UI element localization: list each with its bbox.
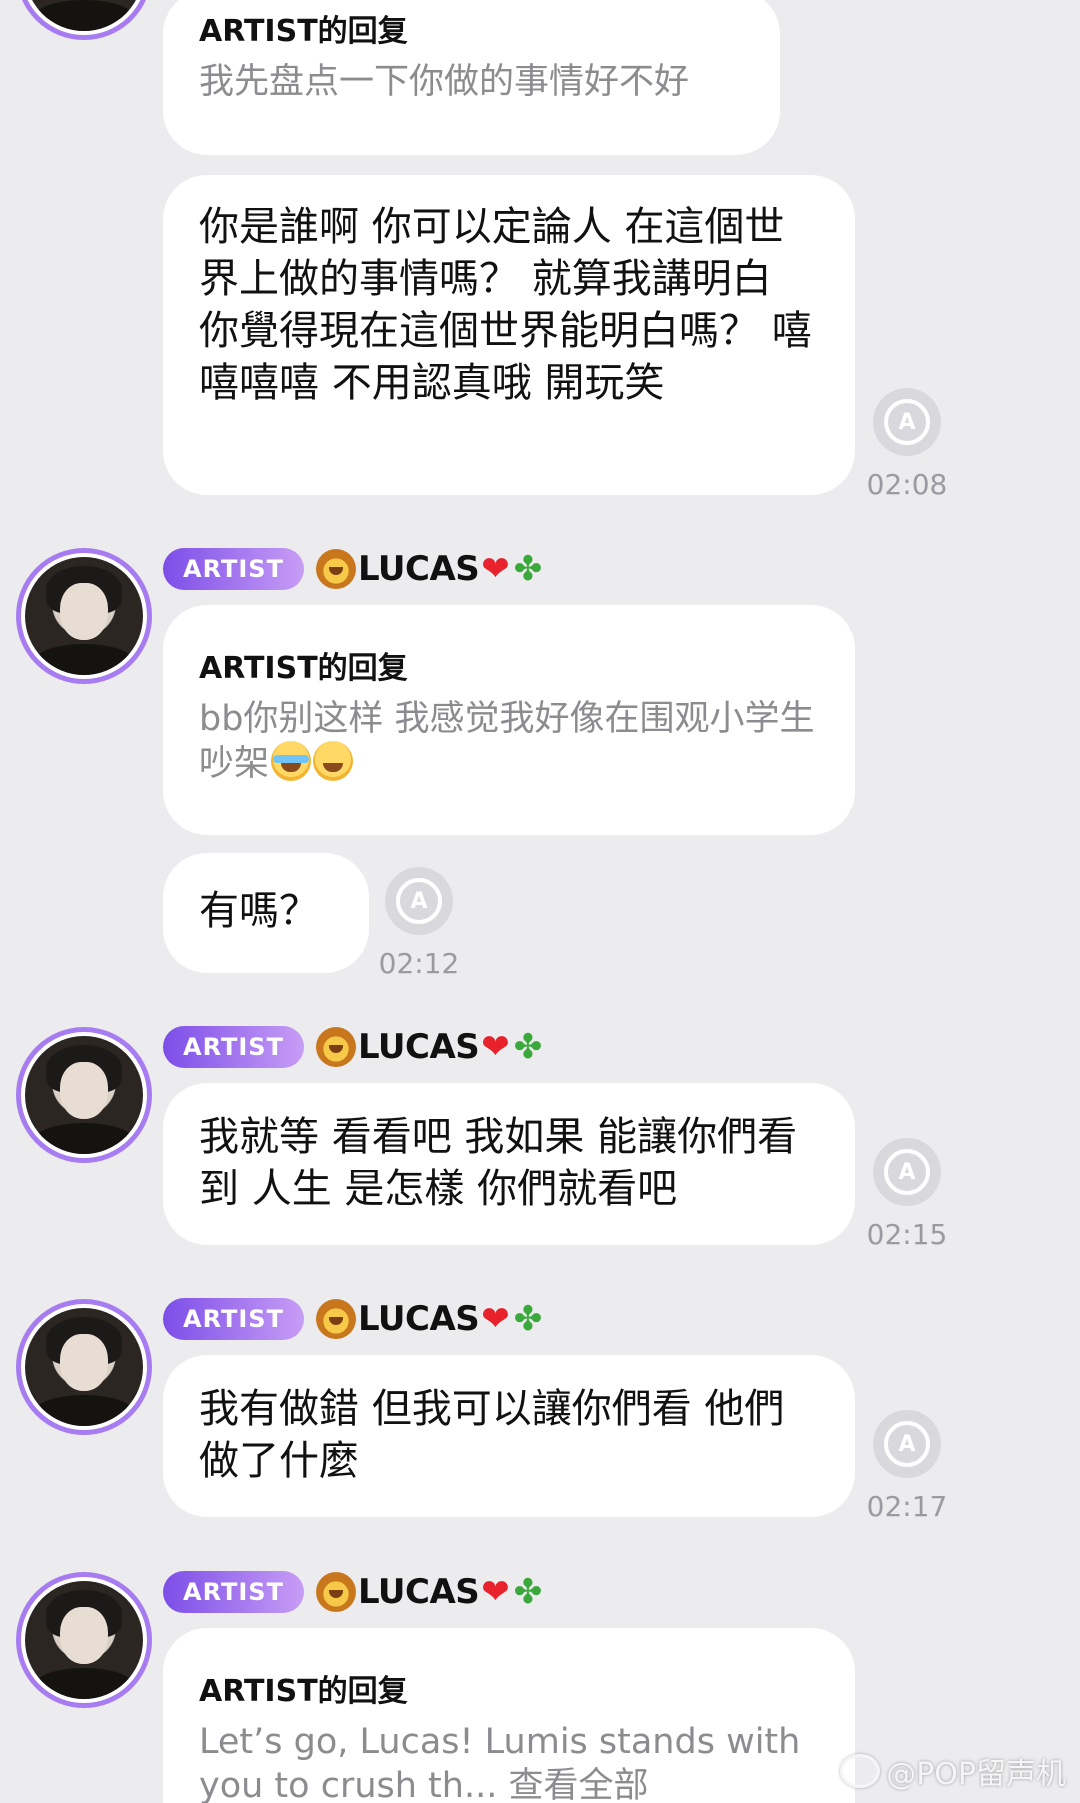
reply-bubble[interactable]: ARTIST的回复 Let’s go, Lucas! Lumis stands … xyxy=(163,1628,855,1803)
lion-emoji-icon xyxy=(315,1572,356,1612)
message-meta: A 02:17 xyxy=(857,1410,957,1523)
translate-icon[interactable]: A xyxy=(873,1410,941,1478)
avatar-photo xyxy=(25,557,143,675)
red-heart-emoji-icon: ❤ xyxy=(481,1572,510,1612)
message-text: 你是誰啊 你可以定論人 在這個世界上做的事情嗎？ 就算我講明白 你覺得現在這個世… xyxy=(199,204,812,406)
face-with-tears-of-joy-icon xyxy=(271,741,312,781)
artist-badge: ARTIST xyxy=(163,548,304,590)
four-leaf-clover-emoji-icon: ✤ xyxy=(513,1299,543,1339)
message-text: 我有做錯 但我可以讓你們看 他們做了什麼 xyxy=(199,1386,785,1484)
reply-title: ARTIST的回复 xyxy=(199,651,408,686)
lion-emoji-icon xyxy=(315,1027,356,1067)
red-heart-emoji-icon: ❤ xyxy=(481,1299,510,1339)
reply-bubble[interactable]: ARTIST的回复 我先盘点一下你做的事情好不好 xyxy=(163,0,780,155)
red-heart-emoji-icon: ❤ xyxy=(481,1027,510,1067)
sender-name-row: ARTIST LUCAS ❤ ✤ xyxy=(163,1297,542,1341)
message-time: 02:17 xyxy=(866,1490,948,1523)
lion-emoji-icon xyxy=(315,1299,356,1339)
translate-icon[interactable]: A xyxy=(873,1138,941,1206)
watermark: @POP留声机 xyxy=(840,1749,1066,1793)
reply-title: ARTIST的回复 xyxy=(199,14,408,49)
reply-body: bb你别这样 我感觉我好像在围观小学生吵架 xyxy=(199,697,821,786)
message-text: 有嗎？ xyxy=(199,888,319,934)
sender-name-row: ARTIST LUCAS ❤ ✤ xyxy=(163,1025,542,1069)
grinning-face-with-sweat-icon xyxy=(313,741,354,781)
translate-icon[interactable]: A xyxy=(385,867,453,935)
lion-emoji-icon xyxy=(315,549,356,589)
artist-badge: ARTIST xyxy=(163,1298,304,1340)
watermark-text: @POP留声机 xyxy=(886,1757,1066,1792)
view-all-link[interactable]: 查看全部 xyxy=(508,1766,648,1803)
sender-name-row: ARTIST LUCAS ❤ ✤ xyxy=(163,1570,542,1614)
chat-thread: ARTIST的回复 我先盘点一下你做的事情好不好 你是誰啊 你可以定論人 在這個… xyxy=(0,0,1080,1803)
sender-name: LUCAS xyxy=(357,1299,480,1339)
reply-body: 我先盘点一下你做的事情好不好 xyxy=(199,62,690,102)
reply-title: ARTIST的回复 xyxy=(199,1674,408,1709)
avatar-photo xyxy=(25,1581,143,1699)
four-leaf-clover-emoji-icon: ✤ xyxy=(513,549,543,589)
message-text: 我就等 看看吧 我如果 能讓你們看到 人生 是怎樣 你們就看吧 xyxy=(199,1114,798,1212)
message-time: 02:08 xyxy=(866,468,948,501)
avatar-photo xyxy=(25,0,143,31)
message-meta: A 02:08 xyxy=(857,388,957,501)
four-leaf-clover-emoji-icon: ✤ xyxy=(513,1027,543,1067)
reply-body-text: Let’s go, Lucas! Lumis stands with you t… xyxy=(199,1722,801,1803)
sender-name-row: ARTIST LUCAS ❤ ✤ xyxy=(163,547,542,591)
sender-avatar[interactable] xyxy=(16,1027,152,1163)
message-bubble[interactable]: 我有做錯 但我可以讓你們看 他們做了什麼 xyxy=(163,1355,855,1517)
message-time: 02:12 xyxy=(378,947,460,980)
artist-badge: ARTIST xyxy=(163,1571,304,1613)
artist-badge: ARTIST xyxy=(163,1026,304,1068)
weibo-icon xyxy=(840,1754,881,1788)
reply-bubble[interactable]: ARTIST的回复 bb你别这样 我感觉我好像在围观小学生吵架 xyxy=(163,605,855,835)
sender-name: LUCAS xyxy=(357,1027,480,1067)
avatar-photo xyxy=(25,1308,143,1426)
message-bubble[interactable]: 你是誰啊 你可以定論人 在這個世界上做的事情嗎？ 就算我講明白 你覺得現在這個世… xyxy=(163,175,855,495)
sender-avatar[interactable] xyxy=(16,1572,152,1708)
sender-avatar[interactable] xyxy=(16,0,152,40)
message-bubble[interactable]: 我就等 看看吧 我如果 能讓你們看到 人生 是怎樣 你們就看吧 xyxy=(163,1083,855,1245)
sender-avatar[interactable] xyxy=(16,1299,152,1435)
sender-avatar[interactable] xyxy=(16,548,152,684)
message-time: 02:15 xyxy=(866,1218,948,1251)
four-leaf-clover-emoji-icon: ✤ xyxy=(513,1572,543,1612)
avatar-photo xyxy=(25,1036,143,1154)
translate-icon[interactable]: A xyxy=(873,388,941,456)
message-bubble[interactable]: 有嗎？ xyxy=(163,853,369,973)
message-meta: A 02:15 xyxy=(857,1138,957,1251)
sender-name: LUCAS xyxy=(357,549,480,589)
sender-name: LUCAS xyxy=(357,1572,480,1612)
message-meta: A 02:12 xyxy=(369,867,469,980)
reply-body: Let’s go, Lucas! Lumis stands with you t… xyxy=(199,1720,821,1803)
red-heart-emoji-icon: ❤ xyxy=(481,549,510,589)
